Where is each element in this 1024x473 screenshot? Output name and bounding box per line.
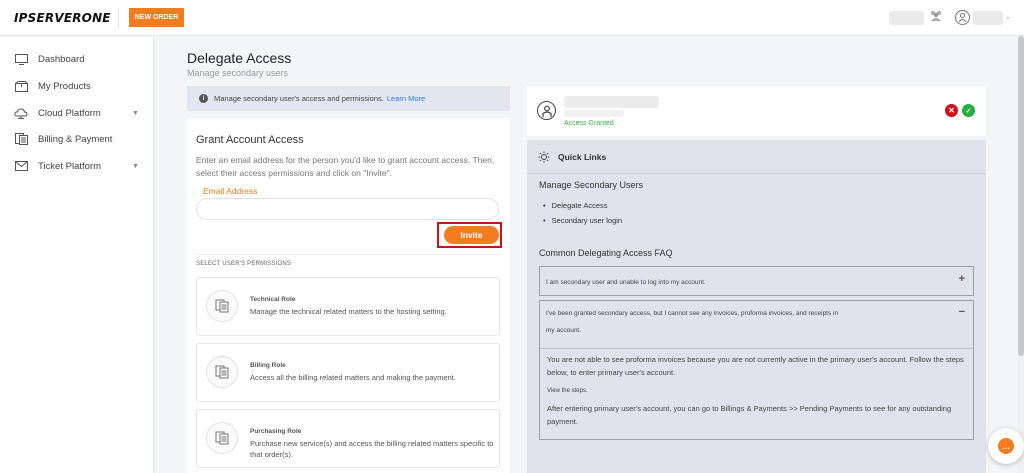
brand-logo[interactable]: IPSERVERONE bbox=[14, 11, 111, 25]
grant-title: Grant Account Access bbox=[196, 134, 304, 146]
sidebar-item-label: My Products bbox=[38, 80, 91, 92]
sidebar-item-ticket-platform[interactable]: Ticket Platform ▼ bbox=[0, 153, 154, 179]
faq-item-expanded[interactable]: I've been granted secondary access, but … bbox=[539, 300, 974, 440]
learn-more-link[interactable]: Learn More bbox=[387, 94, 425, 103]
chevron-down-icon: ▼ bbox=[132, 162, 139, 170]
secondary-login-link[interactable]: Secondary user login bbox=[543, 216, 622, 225]
role-description: Purchase new service(s) and access the b… bbox=[250, 439, 494, 459]
sidebar-item-cloud-platform[interactable]: Cloud Platform ▼ bbox=[0, 100, 154, 126]
minus-icon[interactable]: − bbox=[959, 306, 965, 318]
redacted-user-email bbox=[564, 96, 659, 108]
role-card-purchasing[interactable]: Purchasing Role Purchase new service(s) … bbox=[196, 409, 500, 468]
scrollbar-thumb[interactable] bbox=[1018, 36, 1024, 356]
sidebar-item-billing-payment[interactable]: Billing & Payment bbox=[0, 126, 154, 152]
redacted-username bbox=[973, 11, 1003, 25]
delegate-access-link[interactable]: Delegate Access bbox=[543, 201, 608, 210]
faq-answer-text: After entering primary user's account, y… bbox=[547, 404, 952, 426]
confirm-access-button[interactable]: ✓ bbox=[962, 104, 975, 117]
invoice-icon bbox=[14, 133, 28, 145]
grant-description: Enter an email address for the person yo… bbox=[196, 155, 495, 178]
role-card-technical[interactable]: Technical Role Manage the technical rela… bbox=[196, 277, 500, 336]
invoice-icon bbox=[206, 422, 238, 454]
redacted-info bbox=[889, 11, 924, 25]
sidebar-item-my-products[interactable]: My Products bbox=[0, 73, 154, 99]
email-field[interactable] bbox=[196, 198, 499, 220]
faq-heading: Common Delegating Access FAQ bbox=[539, 248, 673, 258]
box-icon bbox=[14, 80, 28, 92]
user-avatar-icon bbox=[537, 101, 556, 120]
monitor-icon bbox=[14, 53, 28, 65]
lightbulb-icon bbox=[538, 151, 550, 166]
top-bar: IPSERVERONE NEW ORDER ⌄ bbox=[0, 0, 1024, 36]
faq-item[interactable]: I am secondary user and unable to log in… bbox=[539, 266, 974, 296]
faq-answer-text: You are not able to see proforma invoice… bbox=[547, 355, 964, 377]
invoice-icon bbox=[206, 290, 238, 322]
faq-question: I am secondary user and unable to log in… bbox=[546, 279, 706, 286]
page-title: Delegate Access bbox=[187, 50, 292, 66]
quick-links-title: Quick Links bbox=[558, 152, 607, 162]
users-icon[interactable] bbox=[928, 10, 944, 26]
grant-access-card: Grant Account Access Enter an email addr… bbox=[187, 118, 510, 473]
granted-user-card: Access Granted ✕ ✓ bbox=[527, 86, 986, 136]
new-order-button[interactable]: NEW ORDER bbox=[129, 8, 184, 27]
quick-links-header: Quick Links bbox=[527, 140, 986, 174]
role-title: Technical Role bbox=[250, 296, 296, 303]
role-description: Access all the billing related matters a… bbox=[250, 373, 456, 382]
redacted-user-detail bbox=[564, 110, 624, 117]
view-steps-text: View the steps. bbox=[547, 388, 588, 394]
role-title: Purchasing Role bbox=[250, 428, 302, 435]
cloud-icon bbox=[14, 107, 28, 119]
page-subtitle: Manage secondary users bbox=[187, 68, 289, 78]
divider bbox=[118, 8, 119, 28]
chevron-down-icon[interactable]: ⌄ bbox=[1000, 10, 1016, 26]
invoice-icon bbox=[206, 356, 238, 388]
chat-button[interactable]: … bbox=[988, 428, 1024, 464]
user-circle-icon[interactable] bbox=[955, 10, 970, 25]
sidebar-item-label: Ticket Platform bbox=[38, 160, 101, 172]
role-description: Manage the technical related matters to … bbox=[250, 307, 447, 316]
sidebar-item-dashboard[interactable]: Dashboard bbox=[0, 46, 154, 72]
faq-answer: You are not able to see proforma invoice… bbox=[540, 348, 973, 440]
divider bbox=[196, 254, 501, 255]
role-title: Billing Role bbox=[250, 362, 286, 369]
info-banner-text: Manage secondary user's access and permi… bbox=[214, 94, 384, 103]
sidebar: Dashboard My Products Cloud Platform ▼ B… bbox=[0, 37, 154, 473]
access-status: Access Granted bbox=[564, 120, 614, 127]
info-banner: i Manage secondary user's access and per… bbox=[187, 86, 510, 111]
info-icon: i bbox=[199, 94, 208, 103]
plus-icon[interactable]: + bbox=[959, 273, 965, 285]
invite-button[interactable]: Invite bbox=[444, 226, 499, 244]
mail-icon bbox=[14, 161, 28, 172]
quick-links-panel: Quick Links Manage Secondary Users Deleg… bbox=[527, 140, 986, 473]
chat-icon: … bbox=[998, 438, 1014, 454]
role-card-billing[interactable]: Billing Role Access all the billing rela… bbox=[196, 343, 500, 402]
manage-secondary-heading: Manage Secondary Users bbox=[539, 180, 644, 190]
sidebar-item-label: Billing & Payment bbox=[38, 133, 113, 145]
sidebar-item-label: Dashboard bbox=[38, 53, 85, 65]
email-label: Email Address bbox=[203, 186, 258, 196]
faq-question-cont: my account. bbox=[546, 327, 582, 334]
revoke-access-button[interactable]: ✕ bbox=[945, 104, 958, 117]
faq-question: I've been granted secondary access, but … bbox=[546, 310, 839, 317]
sidebar-item-label: Cloud Platform bbox=[38, 107, 101, 119]
permissions-heading: SELECT USER'S PERMISSIONS bbox=[196, 261, 292, 267]
chevron-down-icon: ▼ bbox=[132, 109, 139, 117]
